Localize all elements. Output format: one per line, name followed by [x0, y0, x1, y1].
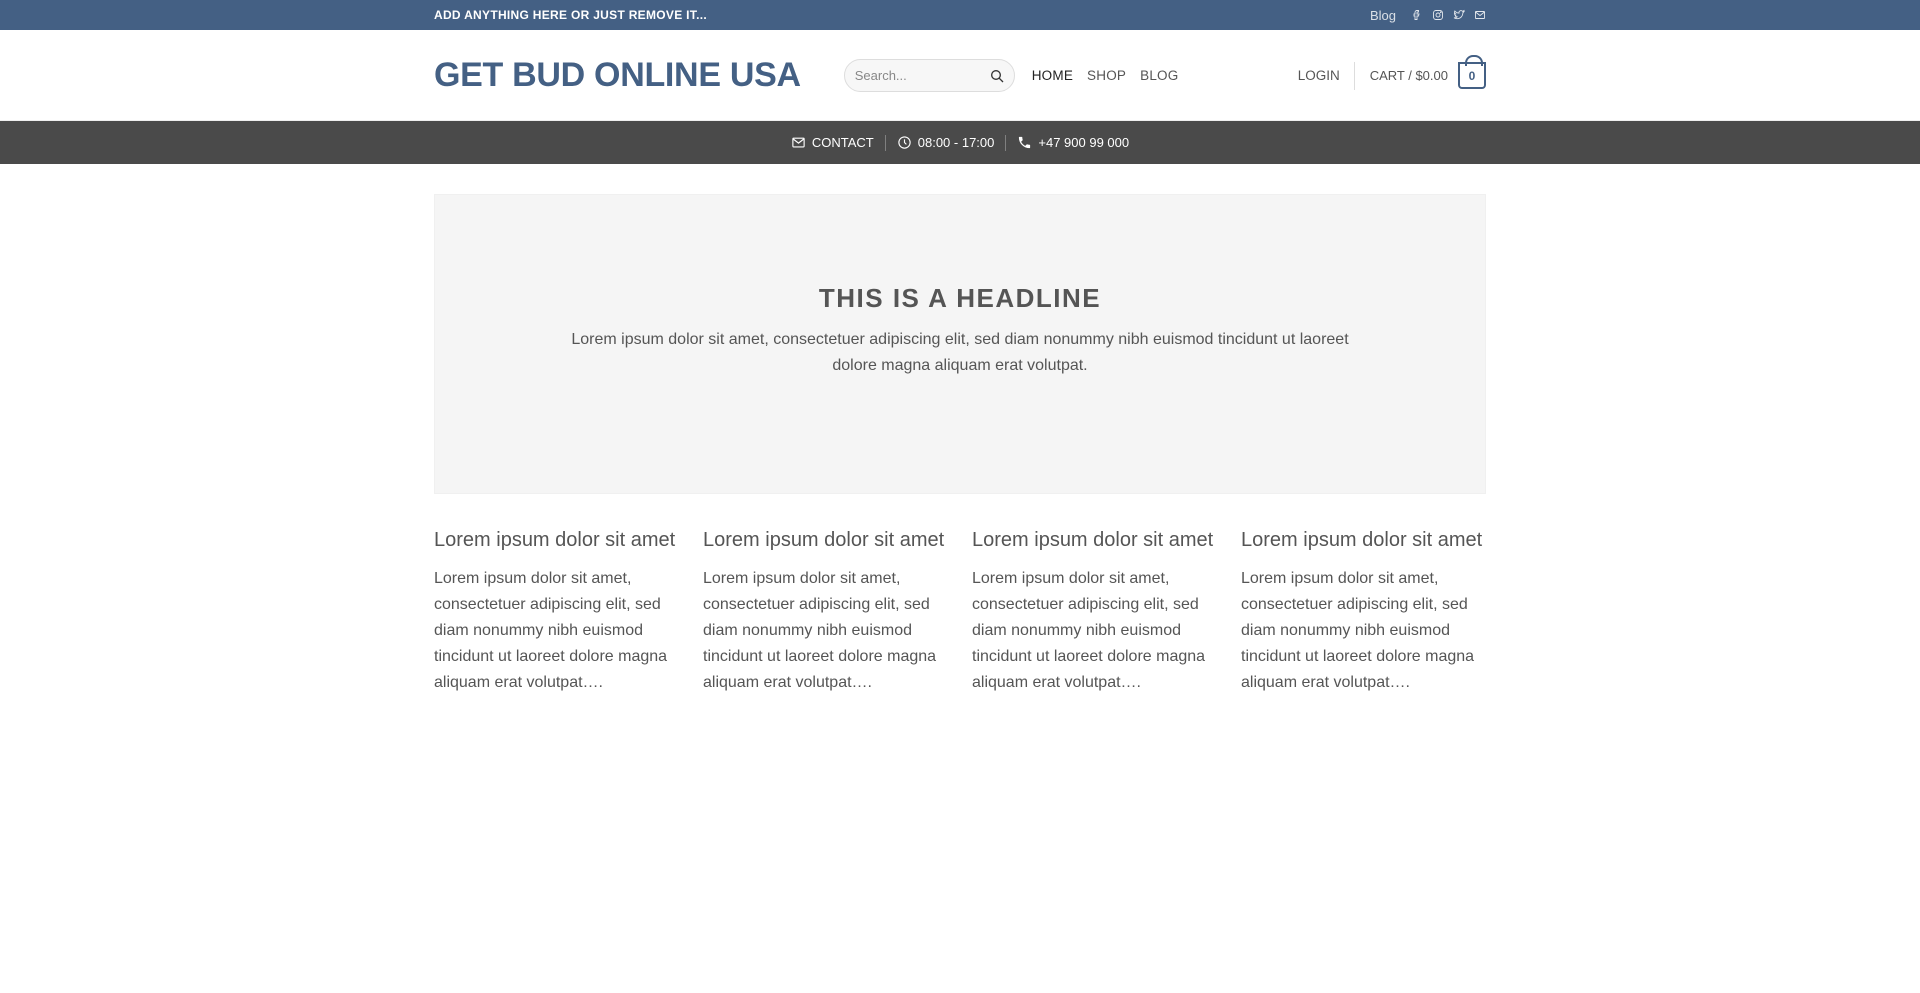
cart-icon[interactable]: 0 [1458, 55, 1486, 89]
contact-link[interactable]: CONTACT [791, 135, 874, 150]
envelope-icon [792, 137, 805, 148]
nav-item-home[interactable]: HOME [1032, 68, 1073, 83]
hero-text: Lorem ipsum dolor sit amet, consectetuer… [571, 331, 1349, 374]
search-box [843, 59, 1015, 92]
hours-label: 08:00 - 17:00 [917, 135, 995, 150]
feature-column: Lorem ipsum dolor sit amet Lorem ipsum d… [703, 524, 948, 696]
cart-count-badge: 0 [1468, 68, 1476, 83]
column-title: Lorem ipsum dolor sit amet [434, 529, 676, 551]
topbar-message: ADD ANYTHING HERE OR JUST REMOVE IT... [434, 8, 707, 22]
cart-link[interactable]: CART / $0.00 [1370, 68, 1448, 83]
feature-column: Lorem ipsum dolor sit amet Lorem ipsum d… [972, 524, 1217, 696]
feature-column: Lorem ipsum dolor sit amet Lorem ipsum d… [434, 524, 679, 696]
column-title: Lorem ipsum dolor sit amet [972, 529, 1214, 551]
divider [1005, 134, 1007, 151]
nav-item-blog[interactable]: BLOG [1140, 68, 1178, 83]
instagram-icon[interactable] [1431, 9, 1444, 22]
search-input[interactable] [854, 68, 975, 83]
feature-columns: Lorem ipsum dolor sit amet Lorem ipsum d… [434, 524, 1486, 696]
nav-item-shop[interactable]: SHOP [1087, 68, 1126, 83]
clock-icon [898, 136, 911, 149]
twitter-icon[interactable] [1452, 9, 1465, 22]
hero-banner: THIS IS A HEADLINE Lorem ipsum dolor sit… [434, 194, 1486, 494]
hours-item[interactable]: 08:00 - 17:00 [897, 135, 995, 150]
email-icon[interactable] [1473, 9, 1486, 22]
column-text: Lorem ipsum dolor sit amet, consectetuer… [434, 570, 668, 691]
column-text: Lorem ipsum dolor sit amet, consectetuer… [1241, 570, 1475, 691]
topbar-blog-link[interactable]: Blog [1370, 8, 1396, 23]
column-title: Lorem ipsum dolor sit amet [703, 529, 945, 551]
column-text: Lorem ipsum dolor sit amet, consectetuer… [972, 570, 1206, 691]
topbar-right: Blog [1370, 8, 1486, 23]
feature-column: Lorem ipsum dolor sit amet Lorem ipsum d… [1241, 524, 1486, 696]
main-nav: HOME SHOP BLOG [1032, 68, 1179, 83]
column-title: Lorem ipsum dolor sit amet [1241, 529, 1483, 551]
main-content: THIS IS A HEADLINE Lorem ipsum dolor sit… [434, 194, 1486, 696]
contact-bar: CONTACT 08:00 - 17:00 +47 900 99 000 [0, 121, 1920, 164]
header-right: LOGIN CART / $0.00 0 [1298, 55, 1486, 90]
hero-headline: THIS IS A HEADLINE [818, 283, 1102, 313]
site-header: GET BUD ONLINE USA HOME SHOP BLOG LOGIN … [0, 30, 1920, 121]
contact-label: CONTACT [811, 135, 874, 150]
phone-item[interactable]: +47 900 99 000 [1017, 135, 1129, 150]
facebook-icon[interactable] [1410, 9, 1423, 22]
top-bar: ADD ANYTHING HERE OR JUST REMOVE IT... B… [0, 0, 1920, 30]
login-link[interactable]: LOGIN [1298, 61, 1355, 90]
phone-label: +47 900 99 000 [1038, 135, 1130, 150]
divider [884, 134, 886, 151]
phone-icon [1019, 136, 1031, 149]
column-text: Lorem ipsum dolor sit amet, consectetuer… [703, 570, 937, 691]
search-icon[interactable] [988, 67, 1006, 85]
site-logo[interactable]: GET BUD ONLINE USA [434, 56, 801, 95]
